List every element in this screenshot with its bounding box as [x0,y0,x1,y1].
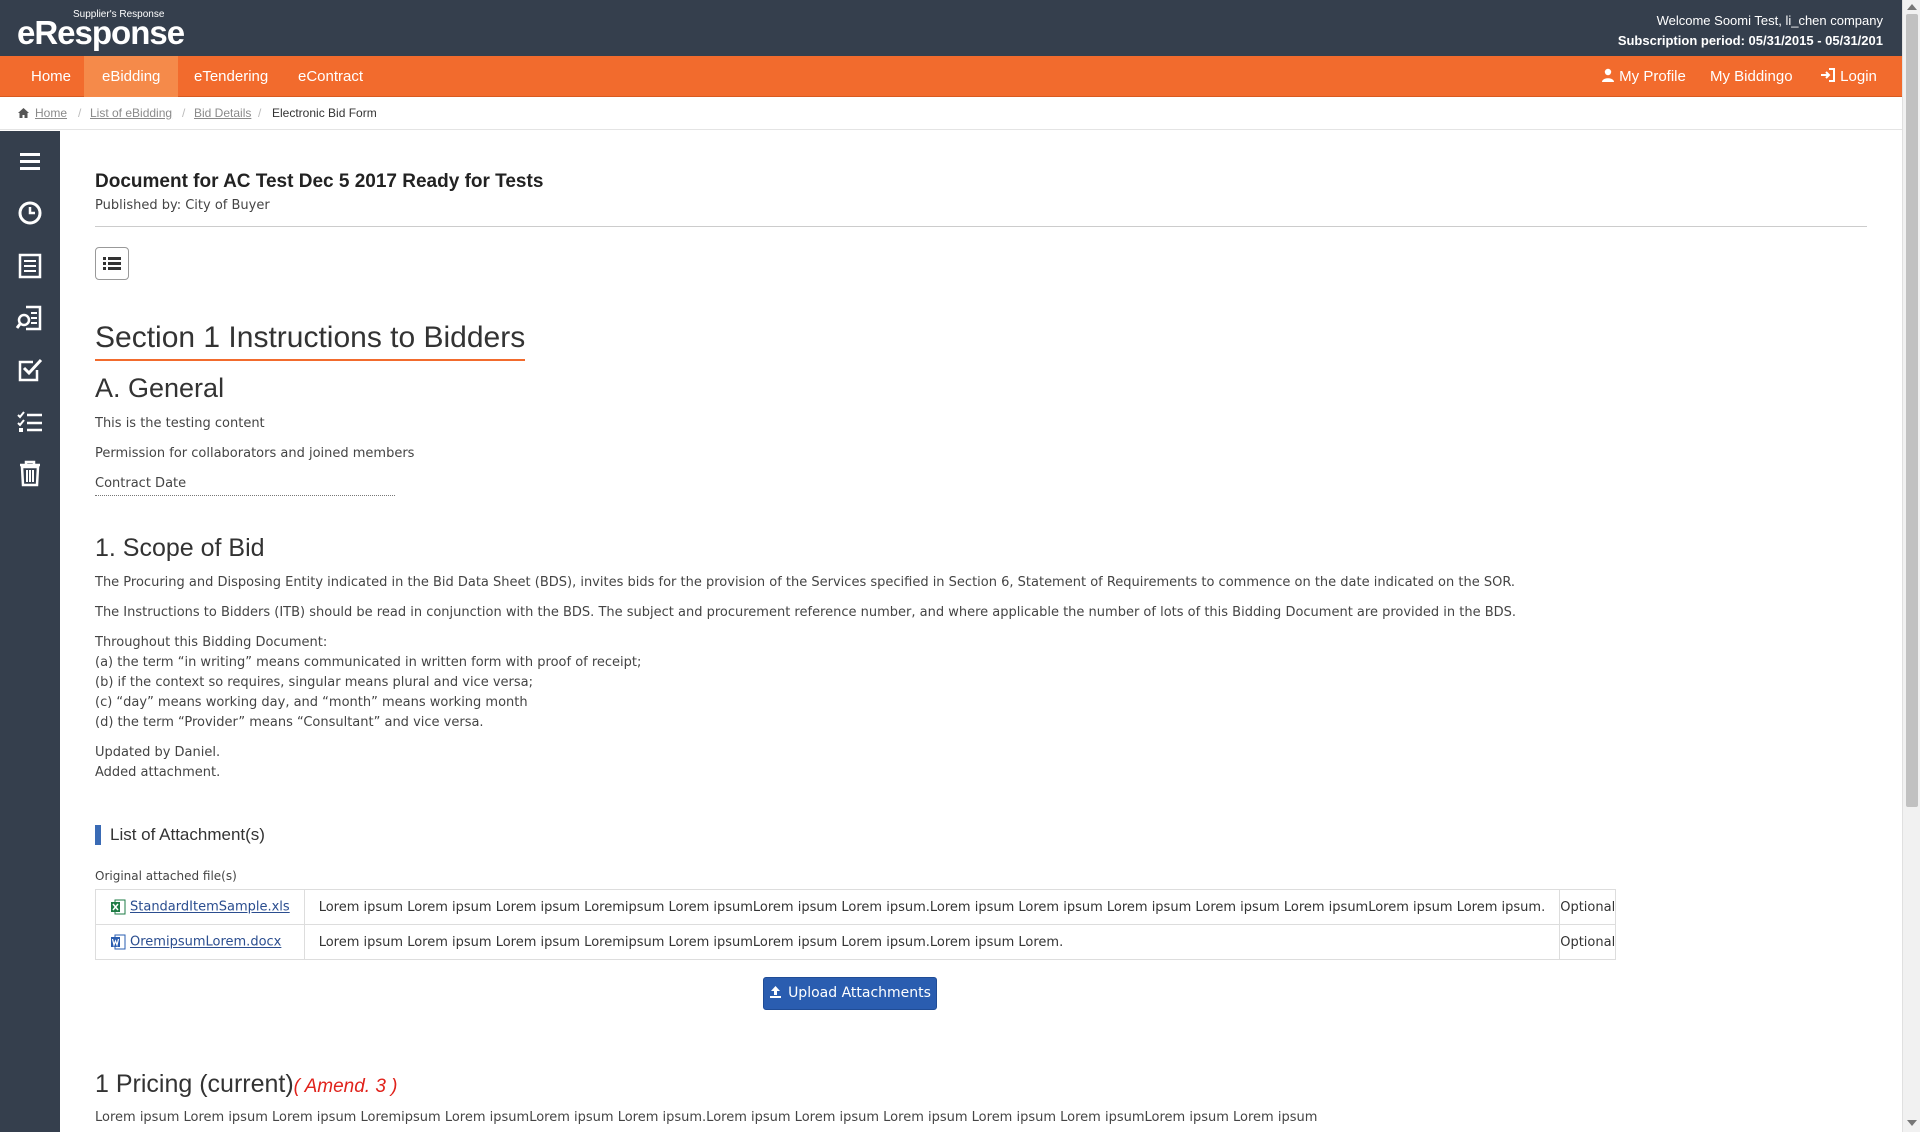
attachments-subheading: Original attached file(s) [95,869,237,883]
contract-date-field[interactable] [95,495,395,496]
breadcrumb-separator: / [258,106,262,120]
breadcrumb-current: Electronic Bid Form [272,106,377,120]
clock-icon[interactable] [15,198,45,228]
general-heading: A. General [95,373,225,403]
upload-icon [770,986,782,998]
update-note: Added attachment. [95,765,221,780]
menu-icon[interactable] [15,147,45,177]
excel-file-icon [111,899,126,915]
pricing-title: 1 Pricing (current) [95,1070,294,1098]
top-header: Supplier's Response eResponse Welcome So… [0,0,1902,56]
document-title: Document for AC Test Dec 5 2017 Ready fo… [95,171,544,192]
sidebar [0,131,60,1132]
home-icon [18,97,29,130]
attachment-file-link[interactable]: StandardItemSample.xls [130,900,290,915]
scroll-up-arrow[interactable] [1907,4,1917,10]
breadcrumb-separator: / [182,106,186,120]
my-profile-link[interactable]: My Profile [1601,56,1686,97]
amendment-badge: ( Amend. 3 ) [293,1076,398,1097]
table-row: OremipsumLorem.docx Lorem ipsum Lorem ip… [95,924,1617,960]
breadcrumb-bid-details[interactable]: Bid Details [194,97,251,130]
word-file-icon [111,934,126,950]
attachment-status: Optional [1559,889,1617,925]
welcome-panel: Welcome Soomi Test, li_chen company Subs… [1618,11,1883,51]
section-title: Section 1 Instructions to Bidders [95,321,526,361]
nav-etendering[interactable]: eTendering [176,56,286,97]
login-link[interactable]: Login [1820,56,1877,97]
nav-home[interactable]: Home [13,56,89,97]
scope-list-item: (b) if the context so requires, singular… [95,675,533,690]
attachment-status: Optional [1559,924,1617,960]
scroll-down-arrow[interactable] [1907,1120,1917,1126]
nav-econtract[interactable]: eContract [280,56,381,97]
breadcrumb-separator: / [78,106,82,120]
pricing-heading: 1 Pricing (current)( Amend. 3 ) [95,1070,398,1099]
scroll-thumb[interactable] [1906,14,1918,807]
scope-paragraph: The Instructions to Bidders (ITB) should… [95,605,1517,620]
my-biddingo-link[interactable]: My Biddingo [1710,56,1793,97]
welcome-text: Welcome Soomi Test, li_chen company [1656,13,1883,28]
scope-list-item: (c) “day” means working day, and “month”… [95,695,528,710]
file-cell: StandardItemSample.xls [95,889,305,925]
attachment-description: Lorem ipsum Lorem ipsum Lorem ipsum Lore… [303,889,1561,925]
general-line: Permission for collaborators and joined … [95,446,415,461]
checkbox-icon[interactable] [15,355,45,385]
attachment-file-link[interactable]: OremipsumLorem.docx [130,935,281,950]
list-document-icon[interactable] [15,251,45,281]
attachments-table: StandardItemSample.xls Lorem ipsum Lorem… [95,889,1617,960]
subscription-period: Subscription period: 05/31/2015 - 05/31/… [1617,33,1883,48]
file-cell: OremipsumLorem.docx [95,924,305,960]
pricing-text: Lorem ipsum Lorem ipsum Lorem ipsum Lore… [95,1110,1318,1125]
attachments-heading-marker [95,825,101,845]
table-of-contents-button[interactable] [95,247,129,280]
scope-list-item: (d) the term “Provider” means “Consultan… [95,715,484,730]
login-icon [1821,68,1835,82]
nav-ebidding[interactable]: eBidding [84,56,179,97]
scope-list-item: Throughout this Bidding Document: [95,635,328,650]
main-nav: Home eBidding eTendering eContract My Pr… [0,56,1902,97]
upload-label: Upload Attachments [788,985,931,1001]
logo-text: eResponse [17,14,185,51]
general-line: This is the testing content [95,416,265,431]
breadcrumb: Home / List of eBidding / Bid Details / … [0,97,1902,130]
scope-heading: 1. Scope of Bid [95,534,265,562]
breadcrumb-list-ebidding[interactable]: List of eBidding [90,97,172,130]
upload-attachments-button[interactable]: Upload Attachments [763,977,937,1010]
attachment-description: Lorem ipsum Lorem ipsum Lorem ipsum Lore… [303,924,1561,960]
attachments-heading: List of Attachment(s) [110,825,265,844]
checklist-icon[interactable] [15,407,45,437]
divider [95,226,1867,227]
contract-date-label: Contract Date [95,476,187,491]
update-note: Updated by Daniel. [95,745,221,760]
trash-icon[interactable] [15,458,45,488]
breadcrumb-home[interactable]: Home [35,97,67,130]
login-label: Login [1840,68,1877,85]
vertical-scrollbar[interactable] [1902,0,1920,1132]
list-icon [103,257,121,270]
published-by: Published by: City of Buyer [95,198,270,213]
scope-paragraph: The Procuring and Disposing Entity indic… [95,575,1516,590]
my-profile-label: My Profile [1619,68,1686,85]
table-row: StandardItemSample.xls Lorem ipsum Lorem… [95,889,1617,925]
scope-list-item: (a) the term “in writing” means communic… [95,655,642,670]
user-icon [1602,68,1614,82]
search-document-icon[interactable] [15,303,45,333]
